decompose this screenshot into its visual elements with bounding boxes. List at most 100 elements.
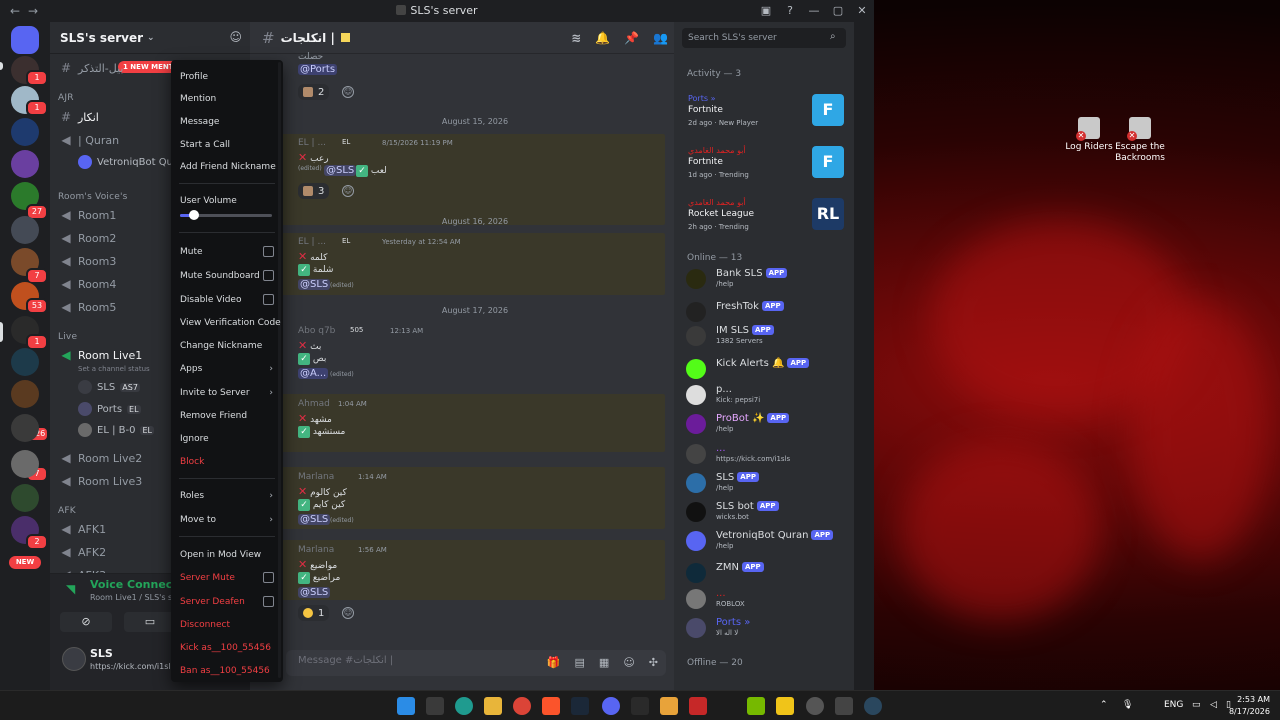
sticker-icon[interactable]: ▦ — [599, 656, 609, 669]
category-afk[interactable]: AFK — [58, 506, 76, 516]
server-icon[interactable] — [11, 118, 39, 146]
member-item[interactable]: ... ROBLOX — [684, 587, 846, 611]
activity-card[interactable]: أبو محمد الغامدي Fortnite 1d ago · Trend… — [684, 146, 846, 192]
menu-item-remove-friend[interactable]: Remove Friend — [180, 411, 278, 421]
add-user-icon[interactable]: ☺ — [229, 30, 242, 44]
app-icon[interactable] — [776, 697, 794, 715]
voice-channel-live3[interactable]: ◀ Room Live3 — [58, 472, 142, 490]
reaction[interactable]: 2 — [298, 84, 330, 100]
apps-icon[interactable]: ✣ — [649, 656, 658, 669]
menu-item-server-deafen[interactable]: Server Deafen — [180, 596, 278, 607]
message-author[interactable]: EL | ... — [298, 138, 326, 148]
voice-member[interactable]: Ports EL — [78, 401, 141, 417]
menu-item-mute[interactable]: Mute — [180, 246, 278, 257]
voice-channel-afk1[interactable]: ◀ AFK1 — [58, 520, 106, 538]
gift-icon[interactable]: 🎁 — [547, 656, 561, 669]
language-indicator[interactable]: ENG — [1164, 700, 1183, 710]
member-item[interactable]: p... Kick: pepsi7i — [684, 383, 846, 407]
user-mention[interactable]: @SLS — [298, 279, 331, 290]
category-live[interactable]: Live — [58, 332, 77, 342]
user-volume-slider[interactable] — [180, 210, 272, 220]
file-explorer-icon[interactable] — [484, 697, 502, 715]
voice-member[interactable]: VetroniqBot Qura — [78, 154, 183, 170]
menu-item-apps[interactable]: Apps › — [180, 364, 278, 374]
menu-item-ban[interactable]: Ban as__100_55456 — [180, 666, 278, 676]
app-icon[interactable] — [718, 697, 736, 715]
server-mute-checkbox[interactable] — [263, 572, 274, 583]
server-icon[interactable] — [11, 414, 39, 442]
message-input[interactable] — [298, 655, 518, 666]
menu-item-move-to[interactable]: Move to › — [180, 515, 278, 525]
activity-card[interactable]: أبو محمد الغامدي Rocket League 2h ago · … — [684, 198, 846, 244]
screen-share-icon[interactable]: ▭ — [124, 612, 176, 632]
voice-channel-room4[interactable]: ◀ Room4 — [58, 275, 116, 293]
server-icon[interactable] — [11, 348, 39, 376]
threads-icon[interactable]: ≋ — [571, 31, 581, 45]
voice-member[interactable]: SLS AS7 — [78, 379, 140, 395]
member-item[interactable]: FreshTok APP — [684, 300, 846, 324]
add-reaction-icon[interactable]: ☺ — [342, 185, 354, 197]
user-name[interactable]: SLS — [90, 647, 113, 660]
reaction[interactable]: 1 — [298, 605, 330, 621]
channel-item[interactable]: # بيل-التذكر — [58, 59, 124, 77]
channel-item[interactable]: # انكار — [58, 108, 99, 126]
nvidia-icon[interactable] — [747, 697, 765, 715]
voice-channel-afk2[interactable]: ◀ AFK2 — [58, 543, 106, 561]
desktop-icon-escape-backrooms[interactable]: ✕ Escape the Backrooms — [1105, 117, 1175, 164]
network-icon[interactable]: ▭ — [1192, 700, 1201, 710]
member-item[interactable]: Ports » لا اله الا — [684, 616, 846, 640]
mute-soundboard-checkbox[interactable] — [263, 270, 274, 281]
voice-channel-room5[interactable]: ◀ Room5 — [58, 298, 116, 316]
camera-off-icon[interactable]: ⊘ — [60, 612, 112, 632]
member-item[interactable]: Bank SLS APP/help — [684, 267, 846, 291]
minimize-button[interactable]: — — [802, 0, 826, 22]
member-item[interactable]: VetroniqBot Quran APP/help — [684, 529, 846, 553]
pin-icon[interactable]: 📌 — [624, 31, 639, 45]
user-mention[interactable]: @A... — [298, 368, 329, 379]
avatar[interactable] — [62, 647, 86, 671]
user-mention[interactable]: @SLS — [298, 514, 331, 525]
voice-channel-live2[interactable]: ◀ Room Live2 — [58, 449, 142, 467]
server-icon[interactable] — [11, 216, 39, 244]
search-input[interactable] — [682, 28, 846, 48]
activity-card[interactable]: Ports » Fortnite 2d ago · New Player F — [684, 94, 846, 140]
app-icon[interactable] — [835, 697, 853, 715]
help-icon[interactable]: ? — [778, 0, 802, 22]
member-item[interactable]: ... https://kick.com/i1sls — [684, 442, 846, 466]
search-icon[interactable] — [426, 697, 444, 715]
app-icon[interactable] — [660, 697, 678, 715]
menu-item-profile[interactable]: Profile — [180, 72, 278, 82]
voice-channel-room3[interactable]: ◀ Room3 — [58, 252, 116, 270]
menu-item-mention[interactable]: Mention — [180, 94, 278, 104]
menu-item-server-mute[interactable]: Server Mute — [180, 572, 278, 583]
menu-item-view-verification-code[interactable]: View Verification Code — [180, 318, 281, 328]
server-icon[interactable] — [11, 380, 39, 408]
chevron-up-icon[interactable]: ⌃ — [1100, 700, 1108, 710]
member-item[interactable]: SLS bot APP wicks.bot — [684, 500, 846, 524]
microphone-icon[interactable]: 🎙 — [1122, 700, 1133, 710]
brave-icon[interactable] — [542, 697, 560, 715]
steam-icon[interactable] — [571, 697, 589, 715]
volume-icon[interactable]: ◁ — [1210, 700, 1217, 710]
member-item[interactable]: IM SLS APP 1382 Servers — [684, 324, 846, 348]
app-icon[interactable] — [689, 697, 707, 715]
discord-icon[interactable] — [602, 697, 620, 715]
mute-checkbox[interactable] — [263, 246, 274, 257]
member-item[interactable]: ProBot ✨ APP/help — [684, 412, 846, 436]
disable-video-checkbox[interactable] — [263, 294, 274, 305]
voice-channel-room1[interactable]: ◀ Room1 — [58, 206, 116, 224]
chrome-icon[interactable] — [513, 697, 531, 715]
message-author[interactable]: Ahmad — [298, 399, 330, 409]
menu-item-ignore[interactable]: Ignore — [180, 434, 278, 444]
menu-item-add-friend-nickname[interactable]: Add Friend Nickname — [180, 162, 278, 172]
server-icon[interactable] — [11, 150, 39, 178]
menu-item-mute-soundboard[interactable]: Mute Soundboard — [180, 270, 278, 281]
category-ajr[interactable]: AJR — [58, 93, 74, 103]
windows-start-icon[interactable] — [397, 697, 415, 715]
voice-member[interactable]: EL | B-0 EL — [78, 422, 154, 438]
menu-scrollbar[interactable] — [278, 62, 281, 678]
voice-channel-quran[interactable]: ◀ | Quran — [58, 131, 119, 149]
user-mention[interactable]: @Ports — [298, 64, 338, 75]
message-author[interactable]: EL | ... — [298, 237, 326, 247]
app-icon[interactable] — [806, 697, 824, 715]
